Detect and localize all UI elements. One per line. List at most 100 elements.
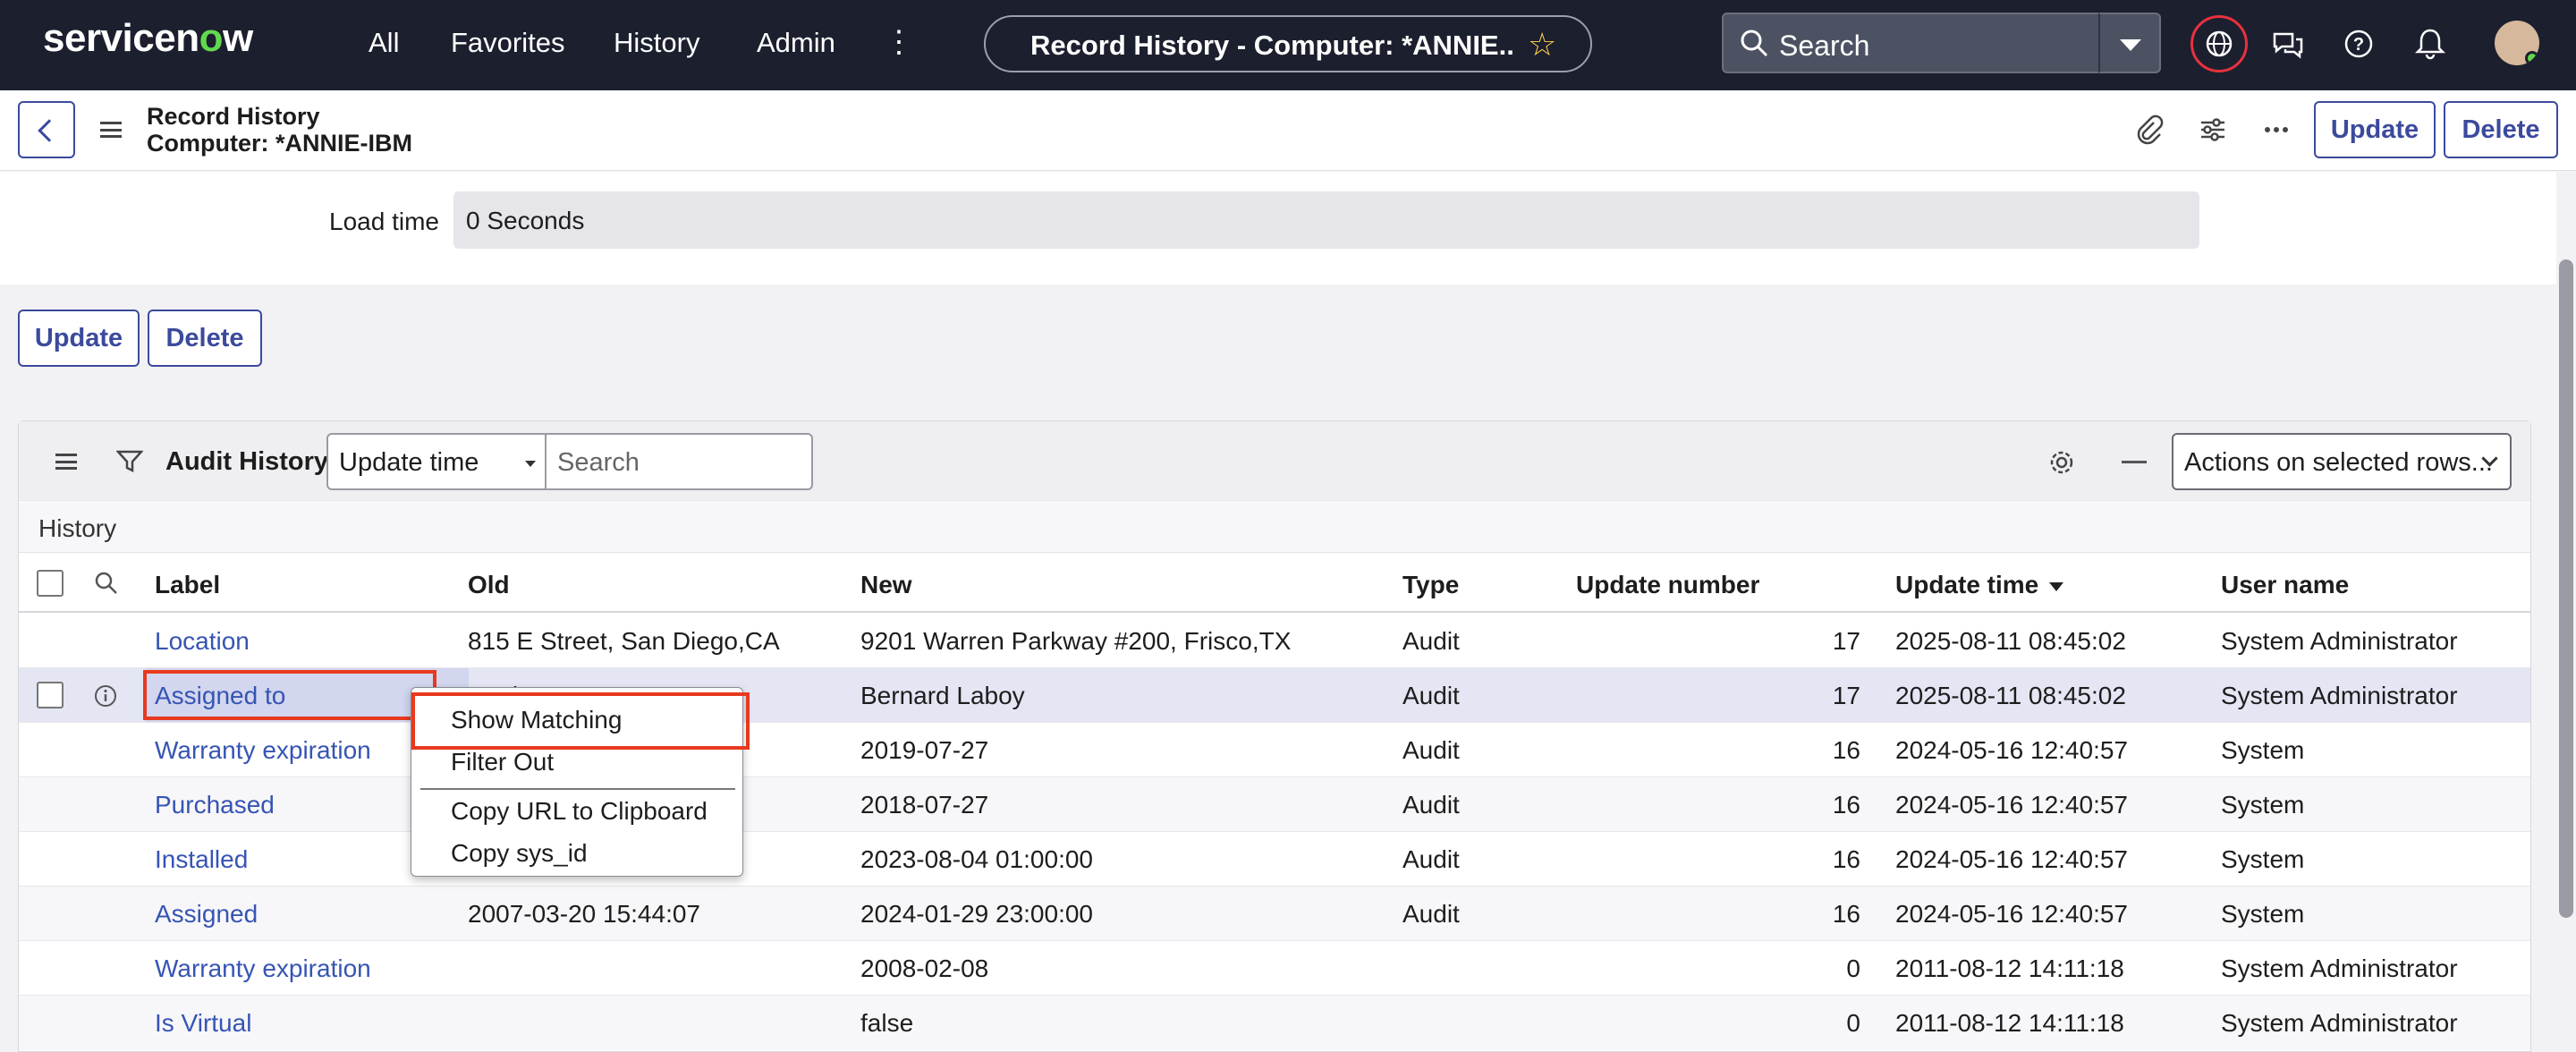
cell-user: System <box>2221 791 2305 819</box>
cell-update-number: 16 <box>1832 845 1860 873</box>
filter-icon[interactable] <box>116 449 143 474</box>
global-search-input[interactable]: Search <box>1722 13 2100 73</box>
cell-update-time: 2011-08-12 14:11:18 <box>1895 954 2124 982</box>
cell-label[interactable]: Installed <box>155 845 248 874</box>
select-all-checkbox[interactable] <box>37 570 64 597</box>
form-menu-icon[interactable] <box>100 122 122 138</box>
nav-all[interactable]: All <box>369 27 399 59</box>
cell-update-number: 0 <box>1846 954 1860 982</box>
cell-label[interactable]: Assigned <box>155 900 258 929</box>
cell-type: Audit <box>1402 900 1460 928</box>
chat-icon[interactable] <box>2269 25 2307 63</box>
table-row: Warranty expiration 2008-02-08 0 2011-08… <box>19 941 2530 996</box>
col-type[interactable]: Type <box>1402 571 1459 599</box>
menu-item-copy-sys-id[interactable]: Copy sys_id <box>451 839 588 868</box>
breadcrumb: History <box>19 503 2530 553</box>
more-menu-icon[interactable]: ⋮ <box>884 27 914 63</box>
cell-type: Audit <box>1402 682 1460 709</box>
cell-label[interactable]: Warranty expiration <box>155 736 371 765</box>
cell-label[interactable]: Purchased <box>155 791 275 819</box>
col-update-time[interactable]: Update time <box>1895 571 2064 599</box>
user-avatar[interactable] <box>2495 21 2539 65</box>
col-new[interactable]: New <box>860 571 912 599</box>
info-icon[interactable] <box>94 684 117 708</box>
col-label[interactable]: Label <box>155 571 220 599</box>
nav-favorites[interactable]: Favorites <box>451 27 564 59</box>
cell-new: 9201 Warren Parkway #200, Frisco,TX <box>860 627 1292 655</box>
cell-update-time: 2025-08-11 08:45:02 <box>1895 627 2126 655</box>
col-update-time-label: Update time <box>1895 571 2039 598</box>
favorite-star-icon[interactable]: ☆ <box>1528 26 1556 64</box>
header-update-button[interactable]: Update <box>2314 101 2436 158</box>
cell-update-number: 16 <box>1832 736 1860 764</box>
table-row: Is Virtual false 0 2011-08-12 14:11:18 S… <box>19 996 2530 1050</box>
search-field-select[interactable]: Update time <box>326 433 547 490</box>
actions-select[interactable]: Actions on selected rows... <box>2172 433 2512 490</box>
cell-new: 2019-07-27 <box>860 736 989 764</box>
update-button[interactable]: Update <box>18 310 140 367</box>
nav-admin[interactable]: Admin <box>757 27 835 59</box>
row-checkbox[interactable] <box>37 682 64 708</box>
col-user-name[interactable]: User name <box>2221 571 2349 599</box>
column-search-icon[interactable] <box>94 571 119 596</box>
table-row: Warranty expiration 2019-07-27 Audit 16 … <box>19 723 2530 777</box>
cell-type: Audit <box>1402 736 1460 764</box>
nav-history[interactable]: History <box>614 27 699 59</box>
cell-label[interactable]: Warranty expiration <box>155 954 371 983</box>
cell-update-number: 0 <box>1846 1009 1860 1037</box>
collapse-icon[interactable] <box>2122 461 2147 463</box>
record-title-pill[interactable]: Record History - Computer: *ANNIE... ☆ <box>984 15 1592 72</box>
scrollbar-thumb[interactable] <box>2559 259 2573 918</box>
list-search-input[interactable]: Search <box>545 433 813 490</box>
chevron-down-icon <box>2120 39 2141 51</box>
header-delete-button[interactable]: Delete <box>2444 101 2558 158</box>
attachment-icon[interactable] <box>2132 114 2165 146</box>
back-button[interactable] <box>18 101 75 158</box>
cell-user: System Administrator <box>2221 627 2458 655</box>
globe-icon[interactable] <box>2200 25 2238 63</box>
cell-update-number: 17 <box>1832 682 1860 709</box>
table-row: Assigned 2007-03-20 15:44:07 2024-01-29 … <box>19 887 2530 941</box>
col-update-number[interactable]: Update number <box>1576 571 1759 599</box>
chevron-left-icon <box>38 119 61 142</box>
cell-user: System <box>2221 736 2305 764</box>
form-subtitle: Computer: *ANNIE-IBM <box>147 130 412 157</box>
more-actions-icon[interactable] <box>2260 114 2292 146</box>
cell-new: 2024-01-29 23:00:00 <box>860 900 1093 928</box>
cell-update-number: 16 <box>1832 900 1860 928</box>
cell-update-number: 16 <box>1832 791 1860 819</box>
list-menu-icon[interactable] <box>55 454 77 470</box>
cell-user: System <box>2221 845 2305 873</box>
cell-label[interactable]: Is Virtual <box>155 1009 251 1038</box>
table-row: Installed 2023-08-04 01:00:00 Audit 16 2… <box>19 832 2530 887</box>
col-old[interactable]: Old <box>468 571 510 599</box>
search-scope-dropdown[interactable] <box>2098 13 2161 73</box>
online-status-dot <box>2525 51 2539 65</box>
menu-divider <box>420 788 735 790</box>
gear-icon[interactable] <box>2046 447 2077 478</box>
bell-icon[interactable] <box>2411 25 2449 63</box>
load-time-field: 0 Seconds <box>453 191 2199 249</box>
menu-item-filter-out[interactable]: Filter Out <box>451 748 554 776</box>
help-icon[interactable]: ? <box>2340 25 2377 63</box>
cell-user: System Administrator <box>2221 954 2458 982</box>
load-time-label: Load time <box>329 208 439 235</box>
cell-type: Audit <box>1402 791 1460 819</box>
menu-item-copy-url[interactable]: Copy URL to Clipboard <box>451 797 708 826</box>
cell-update-time: 2025-08-11 08:45:02 <box>1895 682 2126 709</box>
cell-update-time: 2024-05-16 12:40:57 <box>1895 791 2128 819</box>
servicenow-logo[interactable]: servicenow <box>43 16 253 61</box>
cell-old: 815 E Street, San Diego,CA <box>468 627 780 655</box>
caret-down-icon <box>525 461 536 467</box>
cell-user: System Administrator <box>2221 682 2458 709</box>
sort-desc-icon <box>2049 581 2064 591</box>
record-title: Record History - Computer: *ANNIE... <box>1030 30 1513 61</box>
cell-type: Audit <box>1402 845 1460 873</box>
delete-button[interactable]: Delete <box>148 310 262 367</box>
cell-label[interactable]: Location <box>155 627 250 656</box>
breadcrumb-history[interactable]: History <box>38 514 116 543</box>
settings-sliders-icon[interactable] <box>2197 114 2229 146</box>
cell-user: System Administrator <box>2221 1009 2458 1037</box>
svg-text:?: ? <box>2353 35 2364 55</box>
cell-type: Audit <box>1402 627 1460 655</box>
